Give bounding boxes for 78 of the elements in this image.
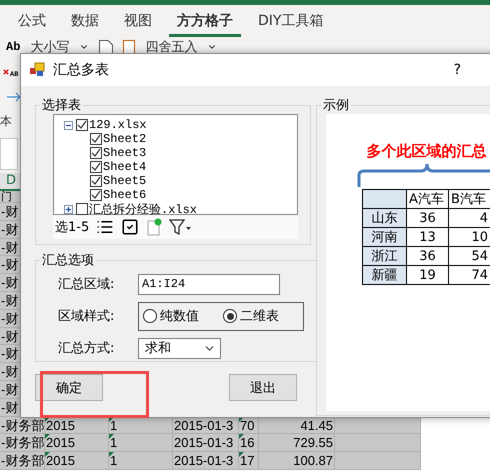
checkbox-icon[interactable] — [121, 218, 140, 236]
tree-item[interactable]: Sheet4 — [64, 160, 297, 174]
tree-item[interactable]: Sheet5 — [64, 174, 297, 188]
case-label: Ab — [6, 40, 20, 54]
field-label: 区域样式: — [57, 308, 116, 325]
arrow-icon — [6, 92, 22, 102]
ribbon-tab[interactable]: 视图 — [116, 6, 160, 37]
table-cell: 36 — [406, 208, 448, 228]
table-cell: 2015 — [45, 434, 109, 452]
ribbon-tab[interactable]: 公式 — [10, 6, 54, 37]
tree-item[interactable]: 汇总拆分经验.xlsx — [64, 202, 297, 216]
app-icon — [29, 62, 45, 78]
table-cell: 2015-01-3 — [173, 452, 239, 470]
checkbox[interactable] — [90, 147, 102, 159]
table-cell: 10 — [448, 228, 490, 246]
field-label: 汇总方式: — [57, 340, 116, 357]
table-cell: 山东 — [362, 208, 406, 228]
ribbon-tab[interactable]: 数据 — [63, 6, 107, 37]
table-cell: 4 — [448, 208, 490, 228]
table-cell: 1 — [109, 434, 173, 452]
ribbon-tool-label: 大小写 — [30, 39, 70, 56]
group-title: 选择表 — [41, 97, 82, 114]
ribbon-tab[interactable]: DIY工具箱 — [250, 6, 332, 37]
dropdown[interactable]: 求和 — [138, 338, 221, 358]
radio-button[interactable] — [143, 309, 157, 323]
radio-button[interactable] — [223, 309, 237, 323]
checkbox[interactable] — [90, 175, 102, 187]
checkbox[interactable] — [76, 203, 88, 215]
table-cell: 100.87 — [259, 452, 335, 470]
table-cell: B汽车 — [448, 190, 490, 208]
help-button[interactable]: ? — [454, 62, 461, 78]
input-field[interactable]: A1:I24 — [138, 274, 280, 294]
table-cell: 河南 — [362, 228, 406, 246]
table-cell: 17 — [239, 452, 259, 470]
table-cell: 1 — [109, 452, 173, 470]
table-cell: 13 — [406, 228, 448, 246]
dialog-button[interactable]: 确定 — [35, 374, 103, 401]
name-box — [0, 138, 18, 170]
table-cell: 新疆 — [362, 266, 406, 284]
table-cell: -财务部 — [0, 416, 45, 434]
dialog-button[interactable]: 退出 — [229, 374, 297, 401]
tree-item[interactable]: Sheet6 — [64, 188, 297, 202]
ribbon-group-label: 本 — [0, 113, 12, 130]
checkbox[interactable] — [90, 133, 102, 145]
tree-item[interactable]: 129.xlsx — [64, 118, 297, 132]
checkbox[interactable] — [90, 161, 102, 173]
table-cell: 19 — [406, 266, 448, 284]
table-cell: 36 — [406, 246, 448, 266]
dialog-title: 汇总多表 — [53, 61, 110, 79]
filter-icon[interactable] — [169, 218, 192, 236]
table-cell: 2015 — [45, 452, 109, 470]
example-caption: 多个此区域的汇总 — [366, 142, 486, 161]
tree-item[interactable]: Sheet3 — [64, 146, 297, 160]
table-cell: 浙江 — [362, 246, 406, 266]
table-cell: -财务部 — [0, 434, 45, 452]
table-cell: 54 — [448, 246, 490, 266]
new-document-icon[interactable] — [146, 218, 162, 236]
radio-option[interactable]: 二维表 — [223, 307, 279, 325]
checkbox[interactable] — [90, 189, 102, 201]
radio-option[interactable]: 纯数值 — [143, 307, 213, 325]
group-title: 示例 — [322, 97, 350, 114]
table-cell: -财务部 — [0, 452, 45, 470]
field-label: 汇总区域: — [57, 276, 116, 293]
table-cell: 74 — [448, 266, 490, 284]
table-cell: 2015-01-3 — [173, 434, 239, 452]
ribbon-tool-label: 四舍五入 — [145, 39, 198, 56]
table-cell: 729.55 — [259, 434, 335, 452]
table-cell: A汽车 — [406, 190, 448, 208]
table-cell: 16 — [239, 434, 259, 452]
close-icon — [3, 69, 9, 76]
expand-icon[interactable] — [64, 204, 73, 214]
table-cell — [362, 190, 406, 208]
select-range-button[interactable]: 选1-5 — [55, 218, 90, 236]
list-icon[interactable] — [96, 218, 114, 236]
tree-item[interactable]: Sheet2 — [64, 132, 297, 146]
collapse-icon[interactable] — [64, 120, 73, 130]
checkbox[interactable] — [76, 119, 88, 131]
brace-icon — [356, 161, 490, 189]
